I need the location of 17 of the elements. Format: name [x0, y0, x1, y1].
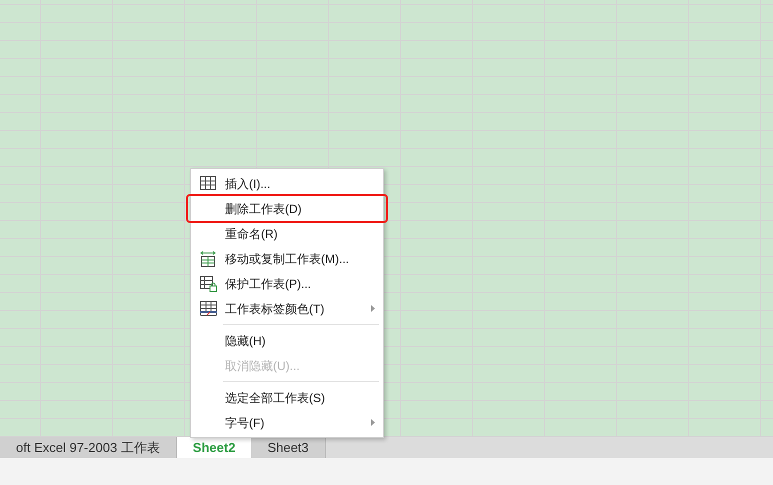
- table-icon: [200, 176, 216, 190]
- sheet-tab[interactable]: oft Excel 97-2003 工作表: [0, 437, 177, 458]
- table-color-icon: [200, 301, 217, 316]
- submenu-arrow-icon: [371, 419, 375, 426]
- menu-item[interactable]: 插入(I)...: [191, 171, 383, 196]
- submenu-arrow-icon: [371, 305, 375, 312]
- table-lock-icon: [200, 276, 217, 292]
- menu-item[interactable]: 保护工作表(P)...: [191, 271, 383, 296]
- menu-item[interactable]: 工作表标签颜色(T): [191, 296, 383, 321]
- menu-item[interactable]: 重命名(R): [191, 221, 383, 246]
- menu-item[interactable]: 选定全部工作表(S): [191, 385, 383, 410]
- menu-item[interactable]: 移动或复制工作表(M)...: [191, 246, 383, 271]
- menu-item[interactable]: 隐藏(H): [191, 328, 383, 353]
- menu-item[interactable]: 删除工作表(D): [188, 196, 386, 221]
- menu-item[interactable]: 字号(F): [191, 410, 383, 435]
- table-arrows-icon: [200, 251, 216, 267]
- sheet-tab[interactable]: Sheet3: [251, 437, 326, 458]
